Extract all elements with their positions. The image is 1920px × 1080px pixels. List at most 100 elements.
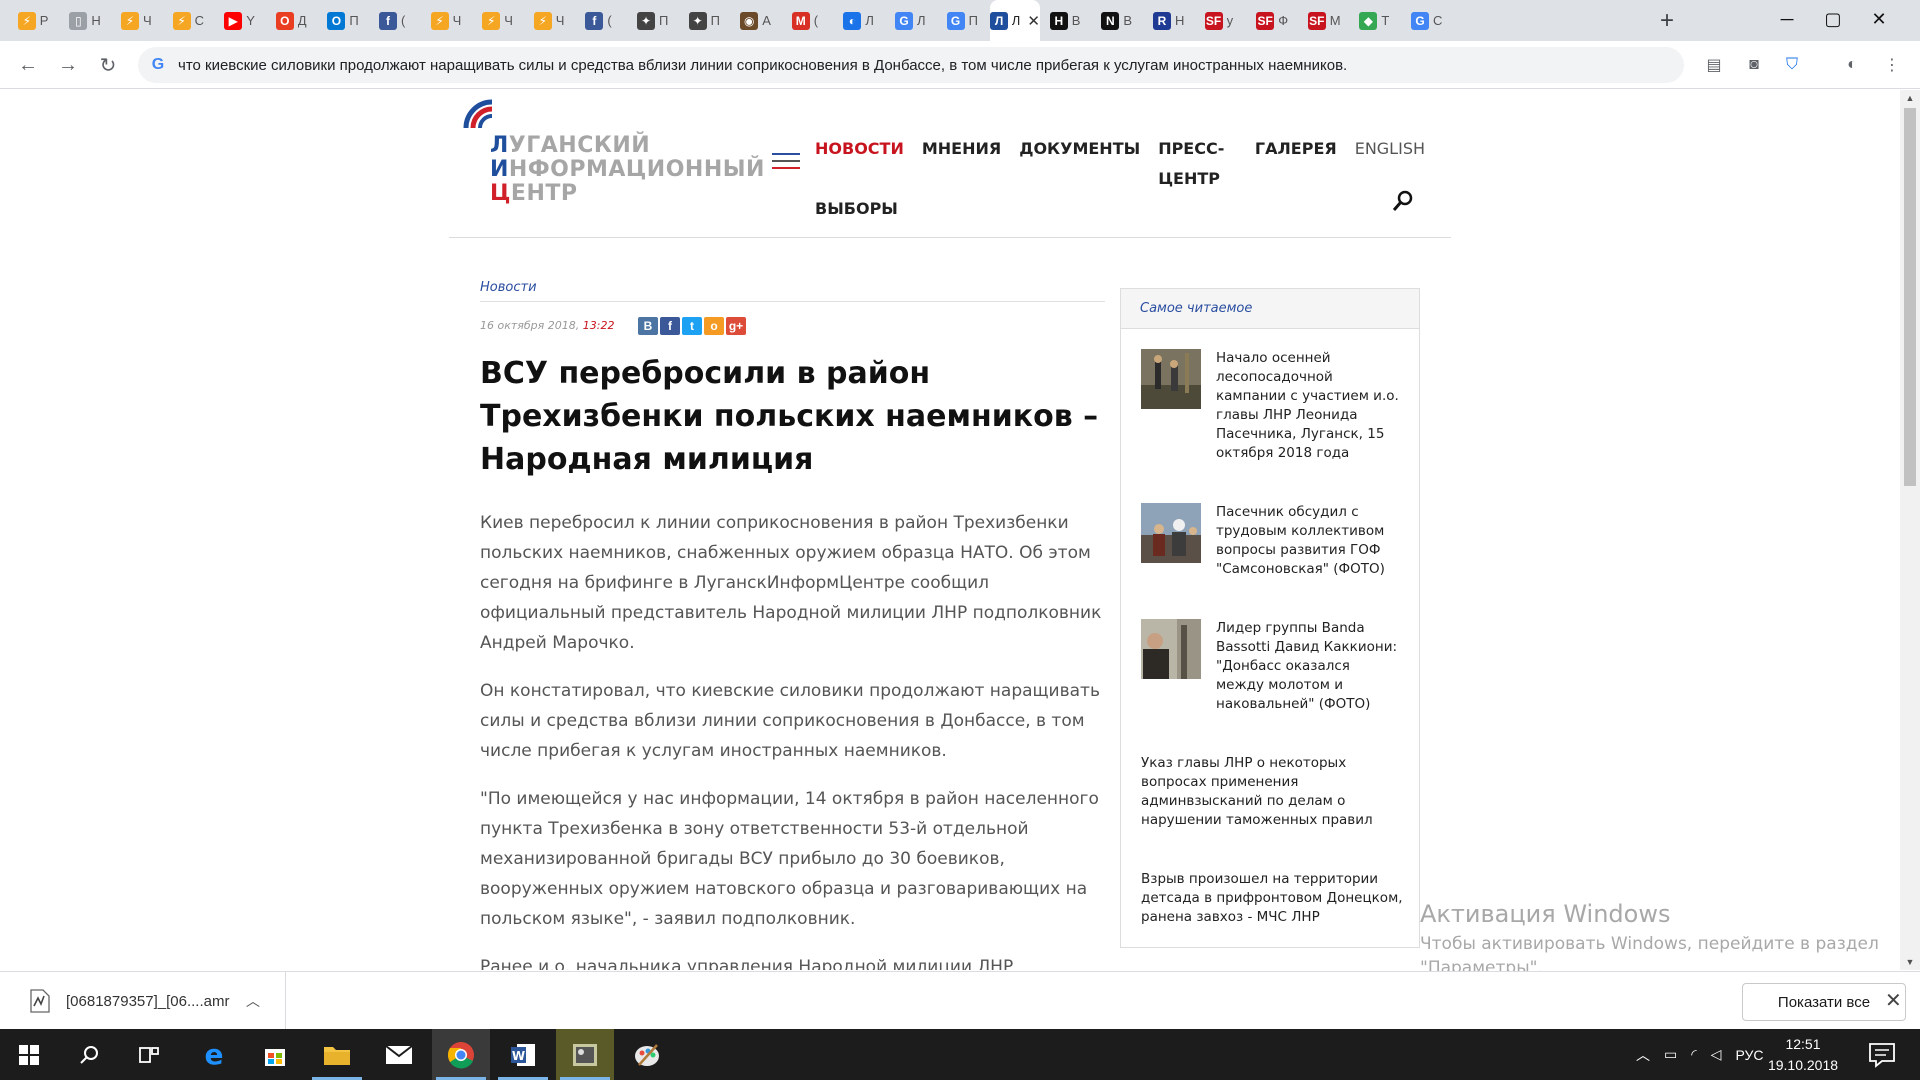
browser-tab[interactable]: RН bbox=[1145, 0, 1195, 41]
back-icon[interactable]: ← bbox=[14, 51, 42, 79]
browser-tab[interactable]: ▶ Y bbox=[216, 0, 266, 41]
chevron-up-icon[interactable]: ︿ bbox=[246, 991, 260, 1011]
site-logo[interactable]: ЛУГАНСКИЙ ИНФОРМАЦИОННЫЙ ЦЕНТР bbox=[462, 98, 764, 206]
cast-icon[interactable]: ▤ bbox=[1702, 53, 1726, 77]
sidebar-item-title[interactable]: Указ главы ЛНР о некоторых вопросах прим… bbox=[1141, 754, 1406, 830]
search-icon[interactable] bbox=[1392, 190, 1414, 212]
show-all-downloads-button[interactable]: Показати все bbox=[1742, 983, 1906, 1021]
browser-tab[interactable]: GП bbox=[939, 0, 989, 41]
scroll-up-icon[interactable]: ▲ bbox=[1900, 90, 1920, 106]
chrome-icon[interactable] bbox=[432, 1029, 490, 1080]
word-icon[interactable]: W bbox=[494, 1029, 552, 1080]
search-taskbar-icon[interactable] bbox=[60, 1029, 118, 1080]
browser-tab[interactable]: ⚡ Ч bbox=[474, 0, 524, 41]
share-vk-icon[interactable]: В bbox=[638, 317, 658, 335]
browser-tab[interactable]: HВ bbox=[1042, 0, 1092, 41]
page-viewport: ЛУГАНСКИЙ ИНФОРМАЦИОННЫЙ ЦЕНТР НОВОСТИ М… bbox=[0, 90, 1900, 970]
browser-tab[interactable]: SF у bbox=[1197, 0, 1247, 41]
address-bar-text[interactable]: что киевские силовики продолжают наращив… bbox=[178, 57, 1347, 74]
download-file-name[interactable]: [0681879357]_[06....amr bbox=[66, 993, 246, 1010]
browser-tab[interactable]: GЛ bbox=[887, 0, 937, 41]
sidebar-item-title[interactable]: Лидер группы Banda Bassotti Давид Каккио… bbox=[1216, 619, 1401, 714]
browser-tab[interactable]: ◆ Т bbox=[1352, 0, 1402, 41]
reload-icon[interactable]: ↻ bbox=[94, 51, 122, 79]
edge-icon[interactable]: e bbox=[185, 1029, 243, 1080]
close-download-shelf-icon[interactable]: ✕ bbox=[1885, 988, 1902, 1013]
nav-item-documents[interactable]: ДОКУМЕНТЫ bbox=[1019, 134, 1140, 194]
nav-item-news[interactable]: НОВОСТИ bbox=[815, 134, 904, 194]
share-odnoklassniki-icon[interactable]: о bbox=[704, 317, 724, 335]
chevron-up-icon[interactable]: ︿ bbox=[1636, 1045, 1650, 1065]
battery-icon[interactable]: ▭ bbox=[1664, 1046, 1677, 1063]
page-scrollbar[interactable]: ▲ ▼ bbox=[1900, 90, 1920, 970]
windows-start-icon[interactable] bbox=[0, 1029, 58, 1080]
share-twitter-icon[interactable]: t bbox=[682, 317, 702, 335]
browser-tab[interactable]: ◐ Л bbox=[836, 0, 886, 41]
download-item[interactable]: [0681879357]_[06....amr ︿ bbox=[20, 972, 286, 1030]
hamburger-menu-icon[interactable] bbox=[772, 153, 800, 171]
nav-item-gallery[interactable]: ГАЛЕРЕЯ bbox=[1255, 134, 1337, 194]
share-facebook-icon[interactable]: f bbox=[660, 317, 680, 335]
browser-tab[interactable]: OП bbox=[320, 0, 370, 41]
news-thumbnail-image[interactable] bbox=[1141, 619, 1201, 679]
browser-tab[interactable]: ⚡ Р bbox=[10, 0, 60, 41]
browser-tab[interactable]: f( bbox=[578, 0, 628, 41]
browser-tab[interactable]: GС bbox=[1403, 0, 1453, 41]
browser-tab[interactable]: f( bbox=[371, 0, 421, 41]
task-view-icon[interactable] bbox=[120, 1029, 178, 1080]
store-icon[interactable] bbox=[246, 1029, 304, 1080]
scroll-thumb[interactable] bbox=[1904, 108, 1916, 486]
tab-title: ( bbox=[813, 13, 819, 28]
browser-tab[interactable]: SF М bbox=[1300, 0, 1350, 41]
sidebar-item-title[interactable]: Взрыв произошел на территории детсада в … bbox=[1141, 870, 1406, 927]
forward-icon[interactable]: → bbox=[54, 51, 82, 79]
article-category[interactable]: Новости bbox=[480, 280, 1105, 302]
browser-tab[interactable]: ✦ П bbox=[681, 0, 731, 41]
maximize-button[interactable]: ▢ bbox=[1810, 0, 1856, 38]
share-google-plus-icon[interactable]: g+ bbox=[726, 317, 746, 335]
file-explorer-icon[interactable] bbox=[308, 1029, 366, 1080]
nav-item-elections[interactable]: ВЫБОРЫ bbox=[815, 194, 898, 224]
tab-favicon-icon: O bbox=[327, 11, 346, 30]
browser-tab-active[interactable]: Л Л ✕ bbox=[990, 0, 1040, 41]
wifi-icon[interactable]: ◜ bbox=[1691, 1046, 1696, 1063]
mail-icon[interactable] bbox=[370, 1029, 428, 1080]
taskbar-clock[interactable]: 12:51 19.10.2018 bbox=[1753, 1034, 1853, 1076]
browser-tab[interactable]: ⚡ Ч bbox=[423, 0, 473, 41]
sidebar-item-title[interactable]: Начало осенней лесопосадочной кампании с… bbox=[1216, 349, 1401, 463]
browser-tab[interactable]: NВ bbox=[1094, 0, 1144, 41]
most-read-sidebar: Самое читаемое Начало осенней лесопосадо… bbox=[1120, 288, 1420, 948]
browser-tab[interactable]: ◉ А bbox=[732, 0, 782, 41]
browser-tab[interactable]: ⚡ Ч bbox=[526, 0, 576, 41]
sidebar-item-title[interactable]: Пасечник обсудил с трудовым коллективом … bbox=[1216, 503, 1401, 579]
browser-tab[interactable]: OД bbox=[268, 0, 318, 41]
scroll-down-icon[interactable]: ▼ bbox=[1900, 954, 1920, 970]
news-thumbnail-image[interactable] bbox=[1141, 349, 1201, 409]
minimize-button[interactable]: ─ bbox=[1764, 0, 1810, 38]
browser-tab[interactable]: M( bbox=[784, 0, 834, 41]
news-thumbnail-image[interactable] bbox=[1141, 503, 1201, 563]
nav-item-press-center[interactable]: ПРЕСС-ЦЕНТР bbox=[1158, 134, 1237, 194]
paint-icon[interactable] bbox=[618, 1029, 676, 1080]
activation-title: Активация Windows bbox=[1420, 900, 1671, 928]
notification-icon[interactable] bbox=[1866, 1041, 1898, 1069]
menu-icon[interactable]: ⋮ bbox=[1880, 53, 1904, 77]
browser-tab[interactable]: SF Ф bbox=[1248, 0, 1298, 41]
image-viewer-icon[interactable] bbox=[556, 1029, 614, 1080]
nav-item-english[interactable]: ENGLISH bbox=[1355, 134, 1425, 194]
new-tab-button[interactable]: + bbox=[1653, 7, 1681, 35]
profile-icon[interactable]: ◐ bbox=[1840, 53, 1864, 77]
shield-icon[interactable]: ⛉ bbox=[1780, 53, 1804, 77]
svg-text:e: e bbox=[205, 1041, 224, 1069]
close-window-button[interactable]: ✕ bbox=[1856, 0, 1902, 38]
camera-icon[interactable]: ◙ bbox=[1742, 53, 1766, 77]
close-tab-icon[interactable]: ✕ bbox=[1027, 12, 1040, 30]
address-bar[interactable]: G что киевские силовики продолжают наращ… bbox=[138, 47, 1684, 83]
browser-tab[interactable]: ✦ П bbox=[629, 0, 679, 41]
browser-tab[interactable]: ▯ Н bbox=[62, 0, 112, 41]
clock-time: 12:51 bbox=[1785, 1036, 1821, 1052]
browser-tab[interactable]: ⚡ С bbox=[165, 0, 215, 41]
browser-tab[interactable]: ⚡ Ч bbox=[113, 0, 163, 41]
volume-icon[interactable]: ◁ bbox=[1711, 1046, 1722, 1063]
nav-item-opinions[interactable]: МНЕНИЯ bbox=[922, 134, 1001, 194]
